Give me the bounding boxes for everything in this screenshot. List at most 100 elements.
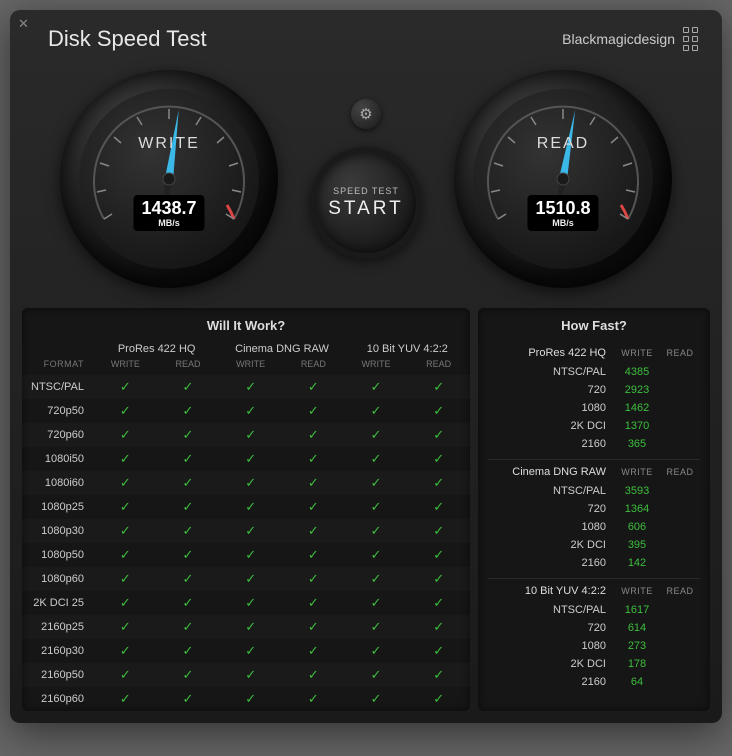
hf-res: 720	[488, 622, 614, 634]
check-icon: ✓	[345, 595, 408, 611]
check-icon: ✓	[219, 571, 282, 587]
hf-write-value: 178	[614, 658, 660, 670]
check-icon: ✓	[282, 427, 345, 443]
check-icon: ✓	[282, 475, 345, 491]
check-icon: ✓	[157, 691, 220, 707]
wiw-title: Will It Work?	[22, 308, 470, 341]
format-label: 2160p30	[22, 645, 94, 657]
check-icon: ✓	[157, 667, 220, 683]
check-icon: ✓	[94, 643, 157, 659]
read-speed-value: 1510.8	[535, 198, 590, 219]
check-icon: ✓	[345, 619, 408, 635]
check-icon: ✓	[157, 403, 220, 419]
check-icon: ✓	[407, 667, 470, 683]
check-icon: ✓	[282, 643, 345, 659]
check-icon: ✓	[407, 379, 470, 395]
read-speed-unit: MB/s	[535, 218, 590, 228]
check-icon: ✓	[219, 619, 282, 635]
check-icon: ✓	[219, 691, 282, 707]
check-icon: ✓	[345, 379, 408, 395]
format-label: 1080p25	[22, 501, 94, 513]
check-icon: ✓	[219, 667, 282, 683]
format-label: 1080i60	[22, 477, 94, 489]
table-row: 1080p30✓✓✓✓✓✓	[22, 519, 470, 543]
check-icon: ✓	[282, 451, 345, 467]
write-gauge-dial	[79, 89, 259, 269]
check-icon: ✓	[94, 691, 157, 707]
hf-write-value: 1370	[614, 420, 660, 432]
format-label: NTSC/PAL	[22, 381, 94, 393]
format-label: 1080p60	[22, 573, 94, 585]
check-icon: ✓	[219, 547, 282, 563]
table-row: 2K DCI 25✓✓✓✓✓✓	[22, 591, 470, 615]
check-icon: ✓	[407, 571, 470, 587]
close-icon[interactable]: ✕	[18, 16, 32, 30]
check-icon: ✓	[345, 499, 408, 515]
check-icon: ✓	[94, 667, 157, 683]
start-button[interactable]: SPEED TEST START	[310, 147, 422, 259]
wiw-rows: NTSC/PAL✓✓✓✓✓✓720p50✓✓✓✓✓✓720p60✓✓✓✓✓✓10…	[22, 375, 470, 711]
check-icon: ✓	[94, 547, 157, 563]
hf-group-header: 10 Bit YUV 4:2:2WRITEREAD	[488, 578, 700, 601]
check-icon: ✓	[407, 547, 470, 563]
hf-write-value: 64	[614, 676, 660, 688]
gear-icon: ⚙	[359, 105, 372, 123]
hf-codec-name: 10 Bit YUV 4:2:2	[488, 585, 614, 597]
check-icon: ✓	[219, 595, 282, 611]
hf-group: 10 Bit YUV 4:2:2WRITEREADNTSC/PAL1617720…	[478, 578, 710, 697]
table-row: 2160p60✓✓✓✓✓✓	[22, 687, 470, 711]
center-controls: ⚙ SPEED TEST START	[310, 99, 422, 259]
format-label: 720p60	[22, 429, 94, 441]
check-icon: ✓	[345, 571, 408, 587]
hf-title: How Fast?	[478, 308, 710, 341]
hf-read-label: READ	[660, 467, 700, 477]
check-icon: ✓	[157, 571, 220, 587]
check-icon: ✓	[219, 427, 282, 443]
check-icon: ✓	[407, 619, 470, 635]
format-label: 2160p60	[22, 693, 94, 705]
hf-row: NTSC/PAL3593	[488, 482, 700, 500]
read-gauge-readout: 1510.8 MB/s	[527, 195, 598, 231]
hf-res: 2K DCI	[488, 420, 614, 432]
hf-row: 7201364	[488, 500, 700, 518]
write-gauge: WRITE 1438.7 MB/s	[60, 70, 278, 288]
hf-res: NTSC/PAL	[488, 485, 614, 497]
check-icon: ✓	[157, 619, 220, 635]
check-icon: ✓	[282, 619, 345, 635]
hf-res: NTSC/PAL	[488, 366, 614, 378]
app-window: ✕ Disk Speed Test Blackmagicdesign	[10, 10, 722, 723]
check-icon: ✓	[219, 523, 282, 539]
hf-write-value: 395	[614, 539, 660, 551]
brand-text: Blackmagicdesign	[562, 31, 675, 47]
check-icon: ✓	[407, 499, 470, 515]
hf-write-value: 273	[614, 640, 660, 652]
hf-write-value: 365	[614, 438, 660, 450]
format-label: 2160p50	[22, 669, 94, 681]
brand-logo: Blackmagicdesign	[562, 27, 698, 51]
hf-row: 216064	[488, 673, 700, 691]
check-icon: ✓	[94, 571, 157, 587]
table-row: 2160p25✓✓✓✓✓✓	[22, 615, 470, 639]
check-icon: ✓	[157, 643, 220, 659]
hf-write-value: 614	[614, 622, 660, 634]
wiw-codec-header: ProRes 422 HQ Cinema DNG RAW 10 Bit YUV …	[22, 341, 470, 357]
check-icon: ✓	[282, 667, 345, 683]
hf-row: 7202923	[488, 381, 700, 399]
hf-res: 720	[488, 384, 614, 396]
check-icon: ✓	[157, 427, 220, 443]
hf-row: 2K DCI178	[488, 655, 700, 673]
check-icon: ✓	[407, 643, 470, 659]
hf-row: 1080273	[488, 637, 700, 655]
check-icon: ✓	[219, 499, 282, 515]
check-icon: ✓	[94, 379, 157, 395]
check-icon: ✓	[157, 523, 220, 539]
check-icon: ✓	[94, 523, 157, 539]
hf-row: 10801462	[488, 399, 700, 417]
check-icon: ✓	[157, 499, 220, 515]
check-icon: ✓	[282, 403, 345, 419]
settings-button[interactable]: ⚙	[351, 99, 381, 129]
check-icon: ✓	[282, 499, 345, 515]
check-icon: ✓	[345, 403, 408, 419]
format-label: 1080i50	[22, 453, 94, 465]
hf-group-header: Cinema DNG RAWWRITEREAD	[488, 459, 700, 482]
